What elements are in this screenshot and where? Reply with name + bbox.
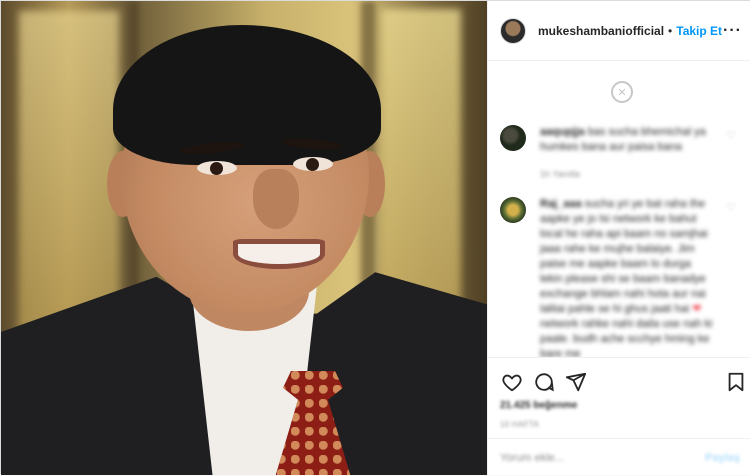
- avatar[interactable]: [500, 17, 526, 44]
- heart-icon[interactable]: [500, 370, 524, 394]
- follow-button[interactable]: Takip Et: [676, 24, 722, 38]
- loading-spinner-icon: ✕: [611, 81, 633, 103]
- share-icon[interactable]: [564, 370, 588, 394]
- post-header: mukeshambaniofficial • Takip Et ···: [488, 1, 750, 61]
- add-comment-bar: Paylaş: [488, 438, 750, 476]
- post-timestamp: 10 HAFTA: [500, 420, 540, 429]
- comment-meta[interactable]: 1h Yanıtla: [540, 169, 580, 179]
- like-comment-icon[interactable]: ♡: [726, 201, 736, 214]
- username-link[interactable]: mukeshambaniofficial: [538, 24, 664, 38]
- comment-body-tail: network rahke nahi daila use nah ki paal…: [540, 318, 713, 360]
- heart-emoji-icon: ❤: [692, 303, 702, 315]
- comment-text: Raj_aaa sucha yri ye bat raha the aapke …: [540, 197, 716, 362]
- post-actions: 21.425 beğenme 10 HAFTA Paylaş: [488, 357, 750, 475]
- comment-body: sucha yri ye bat raha the aapke ye jo ls…: [540, 198, 708, 315]
- background-panel: [19, 11, 119, 341]
- eye: [197, 161, 237, 175]
- comment-input[interactable]: [500, 451, 706, 464]
- nose: [253, 169, 299, 229]
- comment-username[interactable]: aaqupjja: [540, 126, 585, 138]
- post-photo[interactable]: [1, 1, 487, 475]
- avatar[interactable]: [500, 125, 526, 151]
- post-side-panel: mukeshambaniofficial • Takip Et ··· ✕ aa…: [487, 1, 750, 475]
- like-comment-icon[interactable]: ♡: [726, 129, 736, 142]
- likes-count[interactable]: 21.425 beğenme: [500, 400, 577, 411]
- comment-text: aaqupjja bas sucha bhemichal ya humkes b…: [540, 125, 716, 155]
- comment-username[interactable]: Raj_aaa: [540, 198, 582, 210]
- post-comment-button[interactable]: Paylaş: [705, 452, 740, 464]
- comment-icon[interactable]: [532, 370, 556, 394]
- separator-dot: •: [668, 23, 673, 38]
- eye: [293, 157, 333, 171]
- instagram-post-window: mukeshambaniofficial • Takip Et ··· ✕ aa…: [0, 0, 750, 475]
- smile: [233, 239, 325, 269]
- more-options-icon[interactable]: ···: [723, 22, 742, 40]
- avatar[interactable]: [500, 197, 526, 223]
- bookmark-icon[interactable]: [724, 370, 748, 394]
